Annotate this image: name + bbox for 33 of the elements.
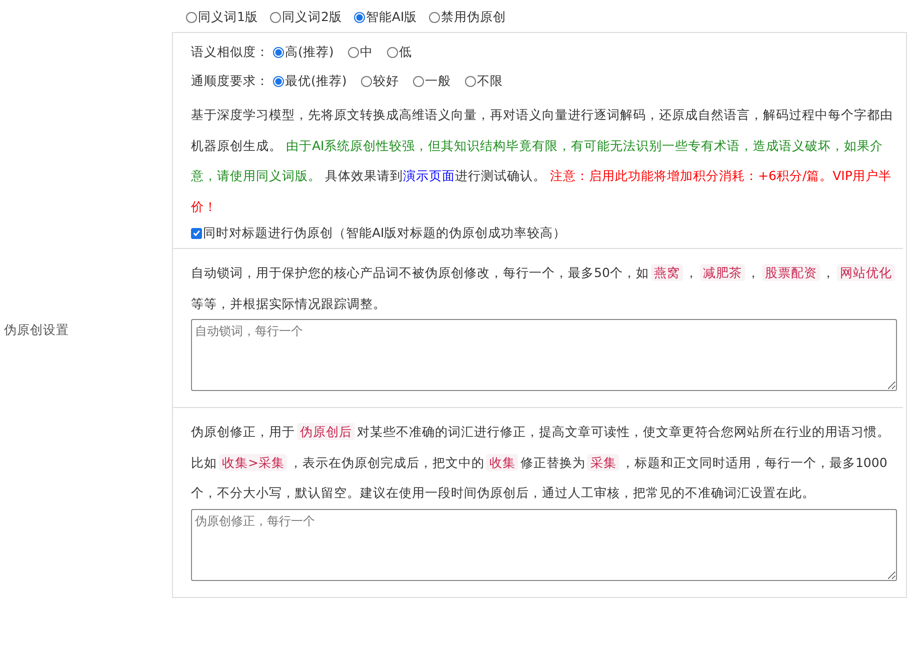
corrections-field[interactable]: 伪原创修正，每行一个	[191, 508, 897, 580]
radio-button[interactable]	[386, 47, 398, 58]
fluency-option[interactable]: 不限	[464, 73, 503, 90]
description-text: 自动锁词，用于保护您的核心产品词不被伪原创修改，每行一个，最多50个，如 燕窝 ， 减肥茶 ， 股票配资 ， 网站优化 等等，并根据实际情况跟踪调整。	[191, 258, 898, 319]
radio-button[interactable]	[270, 12, 281, 23]
similarity-option[interactable]: 高(推荐)	[273, 44, 334, 61]
radio-button[interactable]	[412, 76, 424, 87]
radio-button[interactable]	[464, 76, 476, 87]
section-label: 伪原创设置	[4, 322, 69, 338]
radio-button[interactable]	[348, 47, 359, 58]
similarity-option[interactable]: 中	[348, 44, 373, 61]
mode-option[interactable]: 同义词1版	[186, 9, 258, 26]
lock-words-field[interactable]: 自动锁词，每行一个	[191, 319, 897, 391]
description-text: 伪原创修正，用于 伪原创后 对某些不准确的词汇进行修正，提高文章可读性，使文章更符合您网站所在行业的用语习惯。比如 收集>采集 ，表示在伪原创完成后，把文中的 收集 修正替换为 采集 ，标题和正文同时适用，每行一个，最多1000个，不分大小写，默认留空。建议在使用一段时间伪原创后，通过人工审核，把常见的不准确词汇设置在此。	[191, 422, 891, 502]
checkbox[interactable]	[191, 228, 202, 238]
fluency-label: 通顺度要求：	[191, 73, 269, 90]
mode-option[interactable]: 禁用伪原创	[429, 9, 506, 26]
radio-button[interactable]	[186, 12, 197, 23]
description-text: 基于深度学习模型，先将原文转换成高维语义向量，再对语义向量进行逐词解码，还原成自然语言，解码过程中每个字都由机器原创生成。 由于AI系统原创性较强，但其知识结构毕竟有限，有可能无法识别一些专有术语，造成语义破坏，如果介意，请使用同义词版。 具体效果请到演示页面进行测试确认。 注意：启用此功能将增加积分消耗：+6积分/篇。VIP用户半价！	[191, 106, 894, 216]
mode-option[interactable]: 同义词2版	[270, 9, 342, 26]
radio-button[interactable]	[429, 12, 440, 23]
radio-button[interactable]	[354, 12, 365, 23]
radio-button[interactable]	[360, 76, 372, 87]
fluency-option[interactable]: 较好	[360, 73, 399, 90]
similarity-label: 语义相似度：	[191, 44, 269, 61]
demo-page-link[interactable]: 演示页面	[402, 168, 455, 183]
fluency-option[interactable]: 最优(推荐)	[273, 73, 347, 90]
mode-option[interactable]: 智能AI版	[354, 9, 418, 26]
radio-button[interactable]	[273, 76, 284, 87]
title-option[interactable]: 同时对标题进行伪原创（智能AI版对标题的伪原创成功率较高）	[191, 222, 566, 244]
radio-button[interactable]	[273, 47, 284, 58]
similarity-option[interactable]: 低	[386, 44, 412, 61]
fluency-option[interactable]: 一般	[412, 73, 451, 90]
